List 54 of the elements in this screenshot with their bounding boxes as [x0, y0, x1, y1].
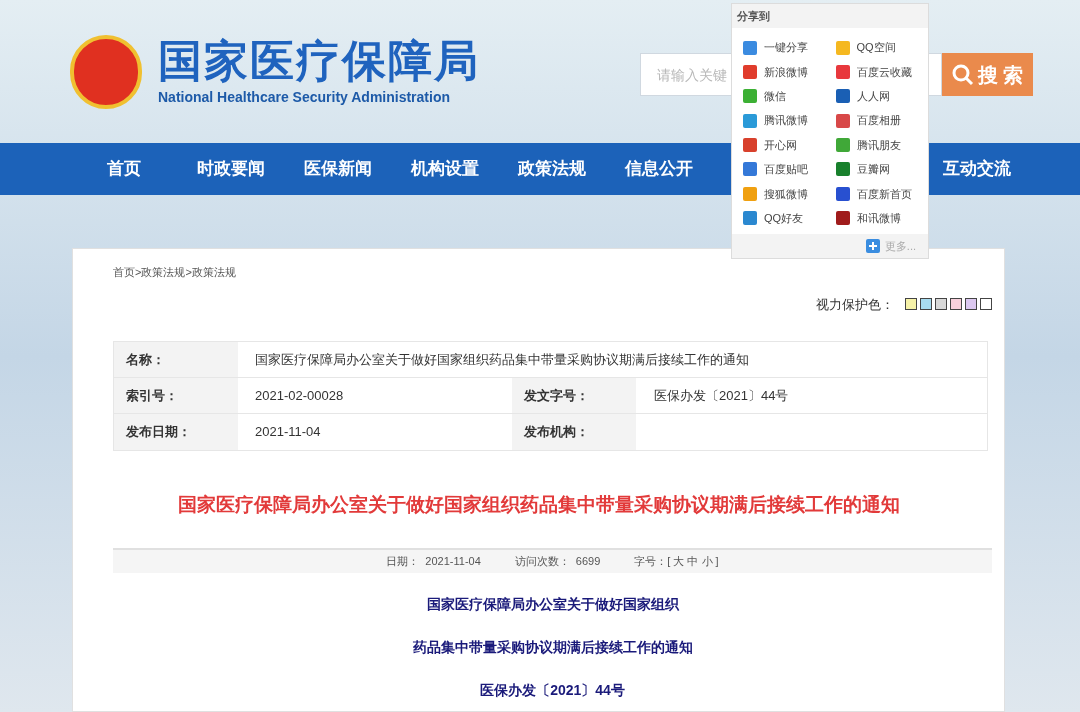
color-swatch[interactable] [905, 298, 917, 311]
share-option[interactable]: 腾讯微博 [743, 113, 836, 129]
site-subtitle: National Healthcare Security Administration [158, 88, 451, 107]
field-value: 国家医疗保障局办公室关于做好国家组织药品集中带量采购协议期满后接续工作的通知 [255, 350, 749, 369]
field-label: 索引号： [114, 378, 238, 413]
nav-link[interactable]: 医保新闻 [284, 156, 391, 182]
share-option[interactable]: 百度云收藏 [835, 64, 928, 80]
share-option[interactable]: 人人网 [835, 88, 928, 104]
color-swatch[interactable] [965, 298, 977, 311]
nav-link[interactable]: 信息公开 [605, 156, 712, 182]
meta-value[interactable]: [ 大 中 小 ] [667, 552, 719, 570]
share-option[interactable]: 百度新首页 [835, 186, 928, 202]
share-option[interactable]: QQ空间 [835, 40, 928, 55]
share-option[interactable]: 百度相册 [835, 113, 928, 129]
field-value: 2021-11-04 [255, 423, 321, 442]
site-title: 国家医疗保障局 [158, 35, 480, 87]
meta-label: 字号： [634, 553, 668, 569]
color-swatch[interactable] [950, 298, 962, 311]
meta-value: 2021-11-04 [425, 553, 481, 569]
field-label: 发布机构： [512, 414, 636, 450]
share-option[interactable]: 搜狐微博 [743, 186, 836, 202]
field-label: 发布日期： [114, 414, 238, 450]
color-swatch[interactable] [935, 298, 947, 311]
meta-label: 访问次数： [514, 553, 570, 569]
color-swatch[interactable] [980, 298, 992, 311]
color-swatch[interactable] [920, 298, 932, 311]
meta-label: 日期： [386, 553, 420, 569]
article-title: 国家医疗保障局办公室关于做好国家组织药品集中带量采购协议期满后接续工作的通知 [176, 493, 901, 517]
eye-care-label: 视力保护色： [816, 295, 894, 314]
share-option[interactable]: 百度贴吧 [743, 161, 836, 177]
share-option[interactable]: 一键分享 [743, 40, 836, 55]
body-heading: 国家医疗保障局办公室关于做好国家组织 [426, 594, 679, 614]
share-option[interactable]: 开心网 [743, 137, 836, 153]
field-value: 2021-02-00028 [255, 386, 344, 405]
field-value: 医保办发〔2021〕44号 [654, 386, 789, 405]
meta-value: 6699 [575, 553, 601, 569]
search-icon [951, 63, 974, 86]
share-option[interactable]: 豆瓣网 [835, 161, 928, 177]
body-heading: 药品集中带量采购协议期满后接续工作的通知 [412, 637, 693, 657]
field-label: 名称： [114, 342, 238, 377]
share-option[interactable]: 和讯微博 [835, 210, 928, 226]
body-heading: 医保办发〔2021〕44号 [480, 680, 625, 700]
breadcrumb: 首页>政策法规>政策法规 [113, 265, 237, 280]
share-option[interactable]: QQ好友 [743, 210, 836, 226]
share-option[interactable]: 腾讯朋友 [835, 137, 928, 153]
nav-link[interactable]: 首页 [70, 156, 177, 182]
share-option[interactable]: 微信 [743, 88, 836, 104]
plus-icon [865, 239, 880, 253]
share-option[interactable]: 新浪微博 [743, 64, 836, 80]
share-popup-title: 分享到 [732, 4, 928, 28]
nav-link[interactable]: 时政要闻 [177, 156, 284, 182]
field-label: 发文字号： [512, 378, 636, 413]
nav-link[interactable]: 政策法规 [498, 156, 605, 182]
nav-link[interactable]: 机构设置 [391, 156, 498, 182]
